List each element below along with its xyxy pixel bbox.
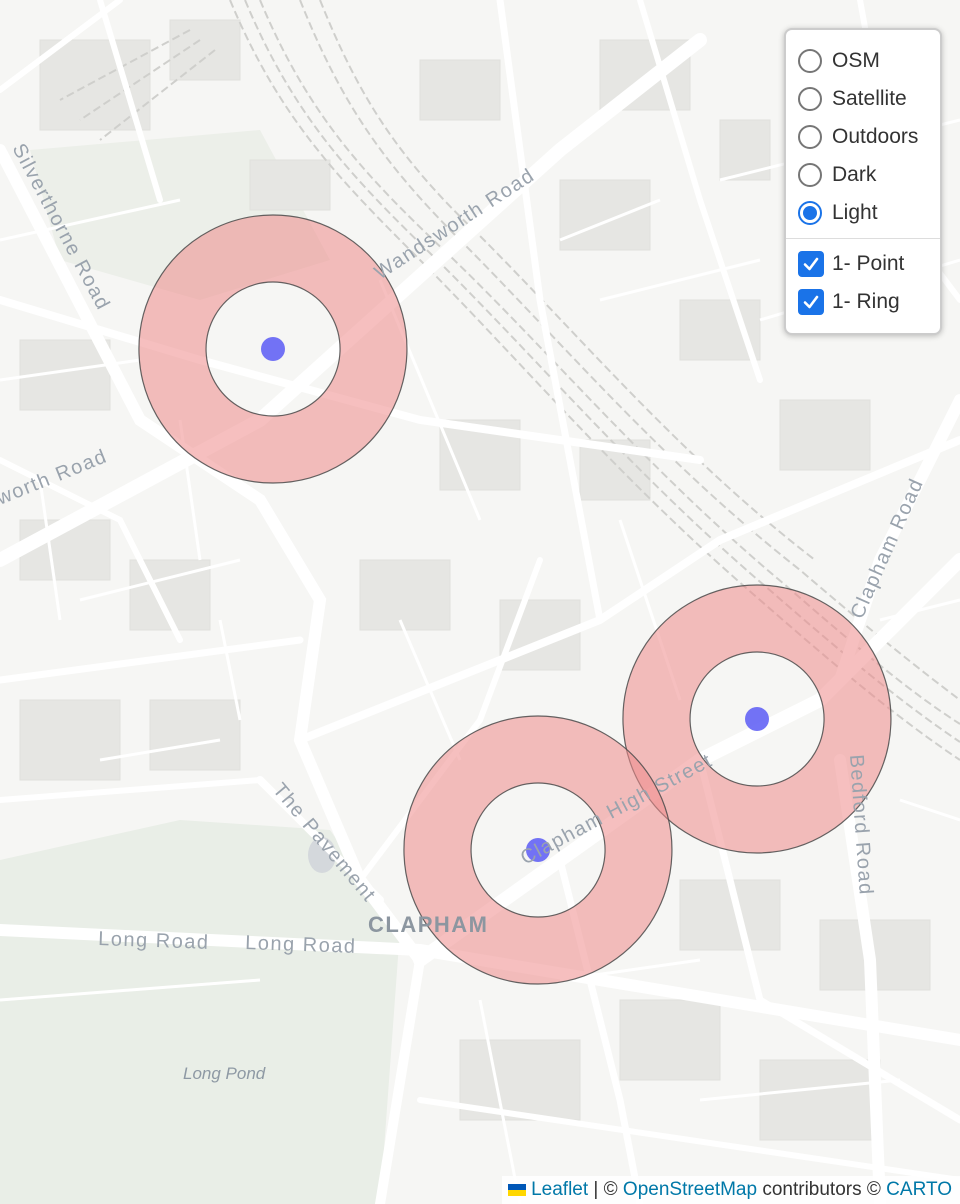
checkmark-icon [803, 257, 819, 271]
map-attribution: Leaflet | © OpenStreetMap contributors ©… [502, 1176, 960, 1204]
base-layer-satellite[interactable]: Satellite [798, 80, 930, 118]
overlay-label: 1- Ring [832, 290, 900, 313]
checkmark-icon [803, 295, 819, 309]
radio-osm[interactable] [798, 49, 822, 73]
radio-satellite[interactable] [798, 87, 822, 111]
base-layer-osm[interactable]: OSM [798, 42, 930, 80]
label-clapham: CLAPHAM [368, 912, 489, 937]
flag-bottom-stripe [508, 1190, 527, 1196]
base-layer-label: OSM [832, 49, 880, 72]
leaflet-link[interactable]: Leaflet [531, 1179, 588, 1201]
radio-dark[interactable] [798, 163, 822, 187]
base-layer-label: Satellite [832, 87, 907, 110]
base-layer-label: Dark [832, 163, 877, 186]
carto-link[interactable]: CARTO [886, 1179, 952, 1201]
base-layer-light[interactable]: Light [798, 194, 930, 232]
point-1[interactable] [261, 337, 285, 361]
openstreetmap-link[interactable]: OpenStreetMap [623, 1179, 757, 1201]
radio-light[interactable] [798, 201, 822, 225]
base-layer-outdoors[interactable]: Outdoors [798, 118, 930, 156]
attribution-contributors: contributors © [757, 1179, 887, 1200]
overlay-ring[interactable]: 1- Ring [798, 283, 930, 321]
checkbox-ring[interactable] [798, 289, 824, 315]
label-long-road-1: Long Road [98, 928, 210, 954]
ukraine-flag-icon [508, 1184, 527, 1196]
overlay-point[interactable]: 1- Point [798, 245, 930, 283]
base-layer-dark[interactable]: Dark [798, 156, 930, 194]
base-layer-label: Light [832, 201, 878, 224]
overlay-label: 1- Point [832, 252, 905, 275]
attribution-separator: | © [588, 1179, 623, 1200]
radio-outdoors[interactable] [798, 125, 822, 149]
layer-control: OSM Satellite Outdoors Dark Light 1- Poi… [784, 28, 942, 335]
base-layer-label: Outdoors [832, 125, 919, 148]
layer-control-separator [786, 238, 940, 239]
point-2[interactable] [745, 707, 769, 731]
checkbox-point[interactable] [798, 251, 824, 277]
label-long-road-2: Long Road [245, 932, 357, 958]
label-long-pond: Long Pond [183, 1064, 266, 1083]
